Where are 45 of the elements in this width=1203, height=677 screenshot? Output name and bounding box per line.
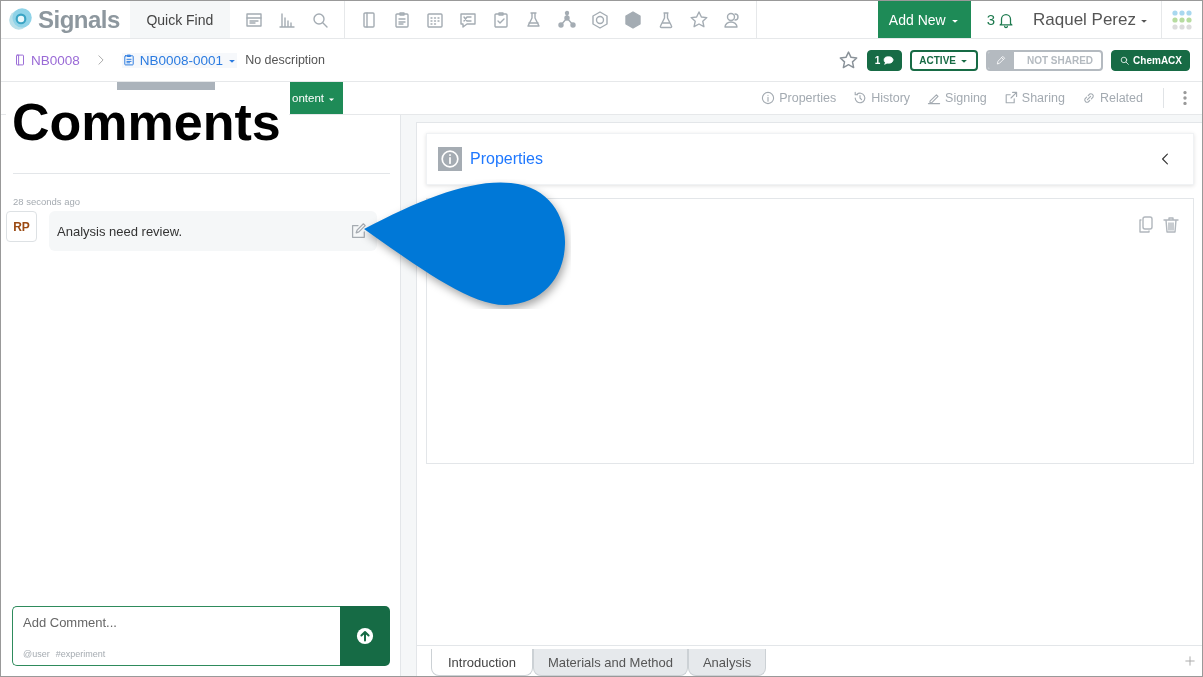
toolbar-action[interactable]: History <box>844 90 919 106</box>
quick-find-button[interactable]: Quick Find <box>129 1 230 38</box>
edit-icon[interactable] <box>349 222 367 240</box>
toolbar-action[interactable]: Signing <box>918 90 995 106</box>
add-new-button[interactable]: Add New <box>877 1 971 38</box>
pencil-icon <box>994 54 1007 66</box>
info-icon <box>760 90 777 106</box>
section-tab[interactable]: Materials and Method <box>532 649 688 676</box>
send-button[interactable] <box>340 606 390 666</box>
status-dropdown[interactable]: ACTIVE <box>910 49 978 71</box>
hexagon-icon[interactable] <box>589 9 610 30</box>
info-icon <box>438 147 462 171</box>
experiment-dropdown[interactable]: NB0008-0001 <box>121 52 238 68</box>
properties-title: Properties <box>470 150 543 168</box>
trash-icon[interactable] <box>1161 215 1181 235</box>
apps-grid-icon[interactable] <box>1172 9 1192 30</box>
chemacx-search-button[interactable]: ChemACX <box>1111 49 1190 71</box>
notebook-icon <box>13 53 27 67</box>
notebook-link[interactable]: NB0008 <box>13 52 80 68</box>
user-avatar: RP <box>6 211 37 242</box>
speech-bubble-icon <box>883 54 895 66</box>
hint-text: @user <box>23 649 50 659</box>
plus-icon[interactable] <box>1183 654 1197 668</box>
star-icon[interactable] <box>688 9 709 30</box>
logo-text: Signals <box>38 5 120 34</box>
hint-text: #experiment <box>55 649 106 659</box>
section-tab[interactable]: Introduction <box>431 649 533 676</box>
clipboard-icon <box>121 53 136 67</box>
comment-text: Analysis need review. <box>57 223 182 239</box>
toolbar-action[interactable]: Properties <box>752 90 845 106</box>
description-text: No description <box>245 53 326 67</box>
content-button[interactable]: ontent <box>290 82 343 114</box>
toolbar-action[interactable]: Sharing <box>994 90 1073 106</box>
user-menu[interactable]: Raquel Perez <box>1025 1 1161 38</box>
toolbar-action[interactable]: Related <box>1072 90 1151 106</box>
section-tab[interactable]: Analysis <box>687 649 767 676</box>
copy-icon[interactable] <box>1136 215 1156 235</box>
arrow-up-circle-icon <box>356 627 374 645</box>
comment-count-button[interactable]: 1 <box>866 49 903 71</box>
network-icon[interactable] <box>556 9 577 30</box>
comment-time: 28 seconds ago <box>13 196 82 207</box>
star-icon[interactable] <box>837 49 859 71</box>
comment-input-field[interactable]: Add Comment... <box>23 615 330 630</box>
notification-button[interactable]: 3 <box>970 1 1025 38</box>
search-icon <box>1119 54 1131 66</box>
